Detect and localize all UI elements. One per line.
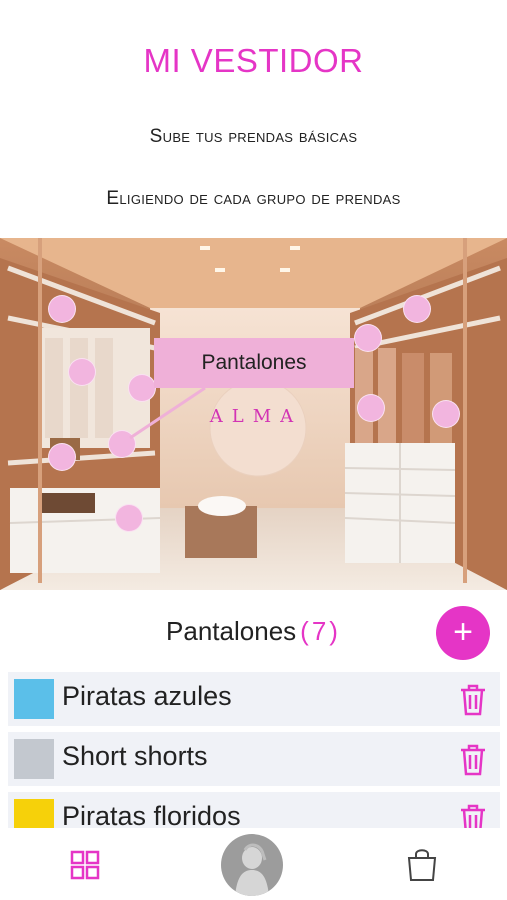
subtitle-upload-basics: Sube tus prendas básicas	[149, 126, 358, 147]
color-swatch	[14, 739, 54, 779]
closet-illustration: Pantalones ALMA	[0, 238, 507, 590]
garment-list[interactable]: Piratas azules Short shorts Piratas flor…	[8, 672, 500, 828]
profile-avatar[interactable]	[221, 834, 283, 896]
item-label: Piratas floridos	[62, 801, 241, 828]
subtitle-choose-groups: Eligiendo de cada grupo de prendas	[106, 188, 401, 209]
category-tooltip: Pantalones	[154, 338, 354, 388]
category-count: (7)	[300, 616, 341, 646]
trash-icon[interactable]	[458, 804, 488, 828]
color-swatch	[14, 799, 54, 828]
category-header: Pantalones (7) +	[0, 606, 507, 660]
mannequin-icon	[235, 843, 269, 896]
page-title: MI VESTIDOR	[143, 42, 364, 79]
item-label: Short shorts	[62, 741, 208, 771]
shopping-bag-icon[interactable]	[405, 846, 439, 882]
bottom-nav	[0, 828, 507, 900]
trash-icon[interactable]	[458, 684, 488, 716]
color-swatch	[14, 679, 54, 719]
item-label: Piratas azules	[62, 681, 232, 711]
list-item[interactable]: Piratas floridos	[8, 792, 500, 828]
alma-logo: ALMA	[209, 406, 303, 427]
list-item[interactable]: Piratas azules	[8, 672, 500, 726]
trash-icon[interactable]	[458, 744, 488, 776]
category-name: Pantalones	[166, 616, 297, 646]
category-title: Pantalones (7)	[0, 616, 507, 647]
grid-icon[interactable]	[70, 850, 100, 880]
list-item[interactable]: Short shorts	[8, 732, 500, 786]
add-item-button[interactable]: +	[436, 606, 490, 660]
